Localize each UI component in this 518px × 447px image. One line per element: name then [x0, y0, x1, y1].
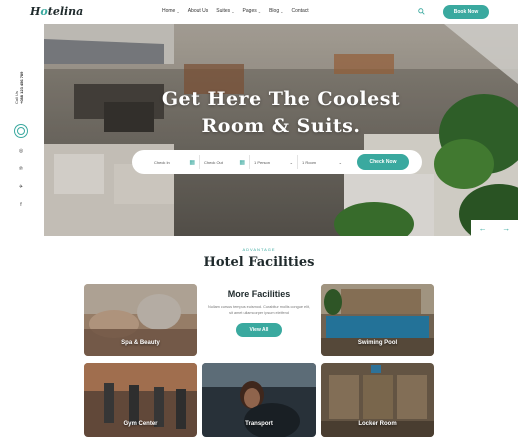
facility-card-pool[interactable]: Swiming Pool [321, 284, 434, 356]
calendar-icon: ▦ [239, 159, 245, 166]
check-now-button[interactable]: Check Now [357, 154, 409, 170]
facility-card-transport[interactable]: Transport [202, 363, 316, 437]
arrow-left-icon[interactable]: ← [479, 224, 487, 233]
hero-banner: Get Here The Coolest Room & Suits. Check… [44, 24, 518, 236]
chevron-down-icon: ⌄ [176, 8, 180, 14]
section-title: Hotel Facilities [203, 255, 315, 270]
pinterest-icon[interactable]: ℗ [18, 166, 24, 172]
nav-pages[interactable]: Pages ⌄ [243, 8, 262, 14]
phone-number: +088 123 456 789 [19, 71, 24, 104]
facility-card-spa[interactable]: Spa & Beauty [84, 284, 197, 356]
hero-title: Get Here The Coolest Room & Suits. [161, 88, 401, 137]
more-facilities: More Facilities Nullam cursus tempus eui… [202, 284, 316, 356]
card-label: Transport [245, 421, 273, 427]
more-facilities-title: More Facilities [227, 289, 291, 299]
facebook-icon[interactable]: f [18, 202, 24, 208]
chevron-down-icon: ⌄ [231, 8, 235, 14]
twitter-icon[interactable]: ✈ [18, 184, 24, 190]
calendar-icon: ▦ [189, 159, 195, 166]
card-label: Locker Room [358, 421, 397, 427]
book-now-button[interactable]: Book Now [443, 5, 489, 19]
card-label: Swiming Pool [357, 340, 398, 346]
nav-home[interactable]: Home ⌄ [162, 8, 180, 14]
section-eyebrow: ADVANTAGE [242, 247, 276, 252]
chevron-down-icon: ⌄ [257, 8, 262, 14]
instagram-icon[interactable]: ◎ [18, 148, 24, 154]
booking-bar: Check In ▦ Check Out ▦ 1 Person ⌄ 1 Room ⌄ C… [132, 150, 422, 174]
nav-about[interactable]: About Us [188, 8, 209, 14]
slider-arrows: ← → [471, 220, 518, 236]
nav-contact[interactable]: Contact [291, 8, 308, 14]
main-nav: Home ⌄ About Us Suites ⌄ Pages ⌄ Blog ⌄ Cont… [162, 8, 309, 14]
chevron-down-icon: ⌄ [289, 159, 293, 165]
chevron-down-icon: ⌄ [280, 8, 284, 14]
search-icon[interactable] [418, 8, 425, 15]
badge-icon[interactable] [14, 124, 28, 138]
phone-contact[interactable]: Call Us +088 123 456 789 [14, 54, 26, 104]
rooms-select[interactable]: 1 Room ⌄ [298, 155, 346, 169]
more-facilities-desc: Nullam cursus tempus euismod. Curabitur … [208, 305, 310, 315]
left-rail: Call Us +088 123 456 789 ◎ ℗ ✈ f [0, 24, 44, 236]
chevron-down-icon: ⌄ [338, 159, 342, 165]
card-label: Spa & Beauty [121, 340, 160, 346]
view-all-button[interactable]: View All [236, 323, 282, 337]
facility-card-locker[interactable]: Locker Room [321, 363, 434, 437]
logo[interactable]: Hotelina [30, 5, 83, 18]
card-label: Gym Center [123, 421, 158, 427]
arrow-right-icon[interactable]: → [502, 224, 510, 233]
facility-card-gym[interactable]: Gym Center [84, 363, 197, 437]
site-header: Hotelina Home ⌄ About Us Suites ⌄ Pages ⌄ B… [0, 0, 518, 24]
nav-blog[interactable]: Blog ⌄ [269, 8, 283, 14]
check-out-field[interactable]: Check Out ▦ [200, 155, 250, 169]
check-in-field[interactable]: Check In ▦ [150, 155, 200, 169]
nav-suites[interactable]: Suites ⌄ [216, 8, 234, 14]
persons-select[interactable]: 1 Person ⌄ [250, 155, 298, 169]
